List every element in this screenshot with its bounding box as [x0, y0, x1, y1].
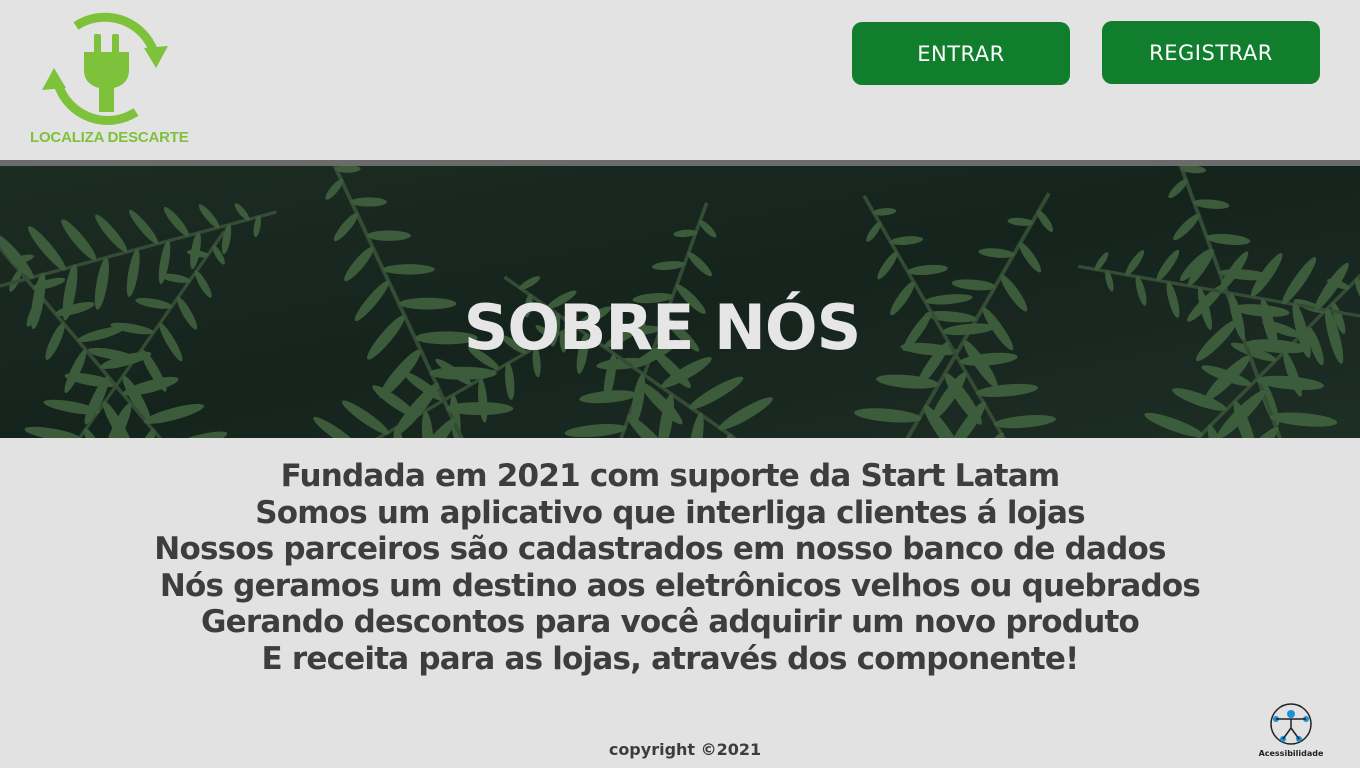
copyright: copyright ©2021: [608, 740, 762, 759]
login-button[interactable]: ENTRAR: [852, 22, 1070, 85]
about-line: E receita para as lojas, através dos com…: [261, 640, 1080, 677]
header: LOCALIZA DESCARTE ENTRAR REGISTRAR: [0, 0, 1360, 160]
recycle-plug-icon: [42, 12, 168, 125]
accessibility-label: Acessibilidade: [1258, 749, 1324, 758]
accessibility-person-icon: [1270, 703, 1312, 745]
about-text: Fundada em 2021 com suporte da Start Lat…: [60, 458, 1280, 677]
logo-text: LOCALIZA DESCARTE: [30, 129, 189, 146]
register-button[interactable]: REGISTRAR: [1102, 21, 1320, 84]
hero-banner: SOBRE NÓS: [0, 166, 1360, 438]
about-line: Somos um aplicativo que interliga client…: [255, 494, 1085, 531]
about-line: Nossos parceiros são cadastrados em noss…: [154, 531, 1166, 567]
logo[interactable]: LOCALIZA DESCARTE: [28, 12, 189, 152]
about-line: Fundada em 2021 com suporte da Start Lat…: [280, 458, 1060, 494]
about-line: Nós geramos um destino aos eletrônicos v…: [159, 567, 1201, 604]
accessibility-button[interactable]: Acessibilidade: [1256, 700, 1326, 762]
page-title: SOBRE NÓS: [463, 291, 862, 364]
about-line: Gerando descontos para você adquirir um …: [201, 604, 1140, 640]
